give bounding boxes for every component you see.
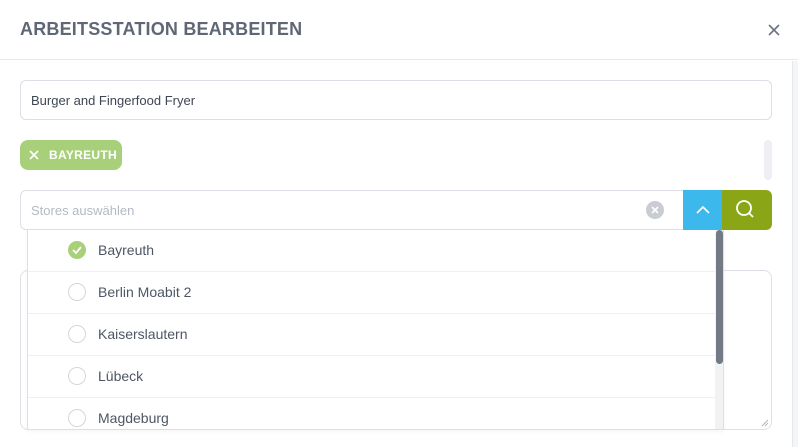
- store-option-label: Bayreuth: [98, 242, 155, 258]
- radio-icon: [68, 409, 86, 427]
- dropdown-scrollbar-thumb[interactable]: [716, 230, 723, 364]
- dropdown-scrollbar[interactable]: [715, 230, 723, 429]
- chip-label: BAYREUTH: [49, 148, 117, 162]
- check-circle-icon: [68, 241, 86, 259]
- store-option[interactable]: Magdeburg: [28, 398, 715, 429]
- search-button[interactable]: [722, 190, 772, 230]
- store-option[interactable]: Bayreuth: [28, 230, 715, 272]
- workstation-name-input[interactable]: [20, 80, 772, 120]
- modal-title: ARBEITSSTATION BEARBEITEN: [20, 19, 303, 39]
- chevron-up-icon: [696, 205, 710, 214]
- resize-handle-icon[interactable]: [761, 419, 769, 427]
- store-option-label: Magdeburg: [98, 410, 169, 426]
- store-option-label: Kaiserslautern: [98, 326, 188, 342]
- store-option[interactable]: Kaiserslautern: [28, 314, 715, 356]
- modal-scrollbar[interactable]: [792, 61, 798, 447]
- close-icon: [768, 24, 780, 36]
- radio-icon: [68, 325, 86, 343]
- modal-header: ARBEITSSTATION BEARBEITEN: [0, 0, 798, 60]
- search-icon: [736, 200, 754, 218]
- selected-store-chip: BAYREUTH: [20, 140, 122, 170]
- store-dropdown: Bayreuth Berlin Moabit 2 Kaiserslautern …: [27, 230, 724, 430]
- x-icon[interactable]: [29, 150, 39, 160]
- store-option[interactable]: Lübeck: [28, 356, 715, 398]
- store-select[interactable]: [20, 190, 683, 230]
- radio-icon: [68, 283, 86, 301]
- dropdown-toggle-button[interactable]: [683, 190, 723, 230]
- close-button[interactable]: [764, 20, 784, 40]
- store-search-input[interactable]: [21, 191, 641, 229]
- clear-button[interactable]: [646, 201, 664, 219]
- store-option-label: Lübeck: [98, 368, 144, 384]
- store-option-label: Berlin Moabit 2: [98, 284, 192, 300]
- radio-icon: [68, 367, 86, 385]
- tag-area-scrollbar[interactable]: [764, 140, 772, 180]
- clear-circle-icon: [651, 206, 659, 214]
- store-option[interactable]: Berlin Moabit 2: [28, 272, 715, 314]
